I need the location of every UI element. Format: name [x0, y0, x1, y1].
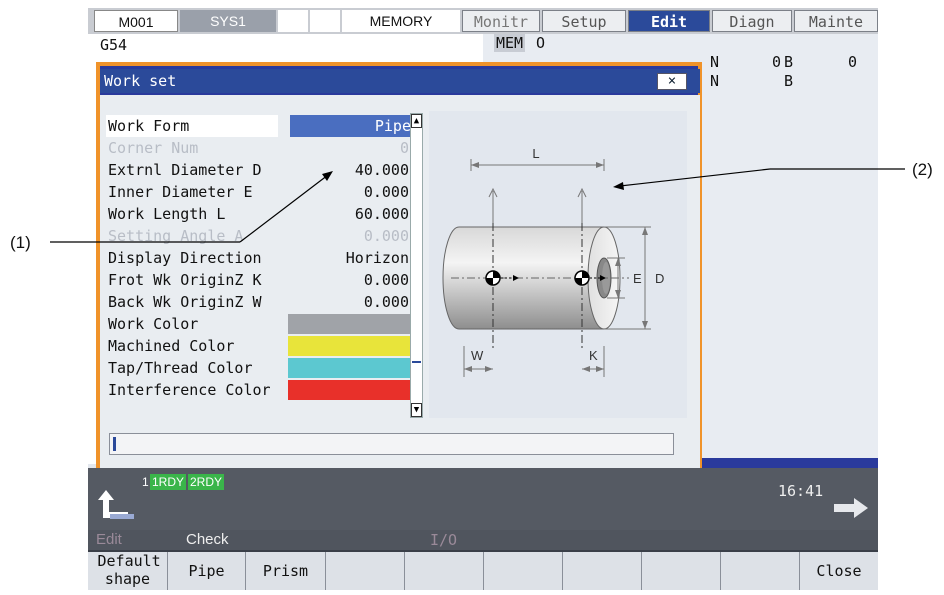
annotation-leaders — [50, 168, 905, 243]
